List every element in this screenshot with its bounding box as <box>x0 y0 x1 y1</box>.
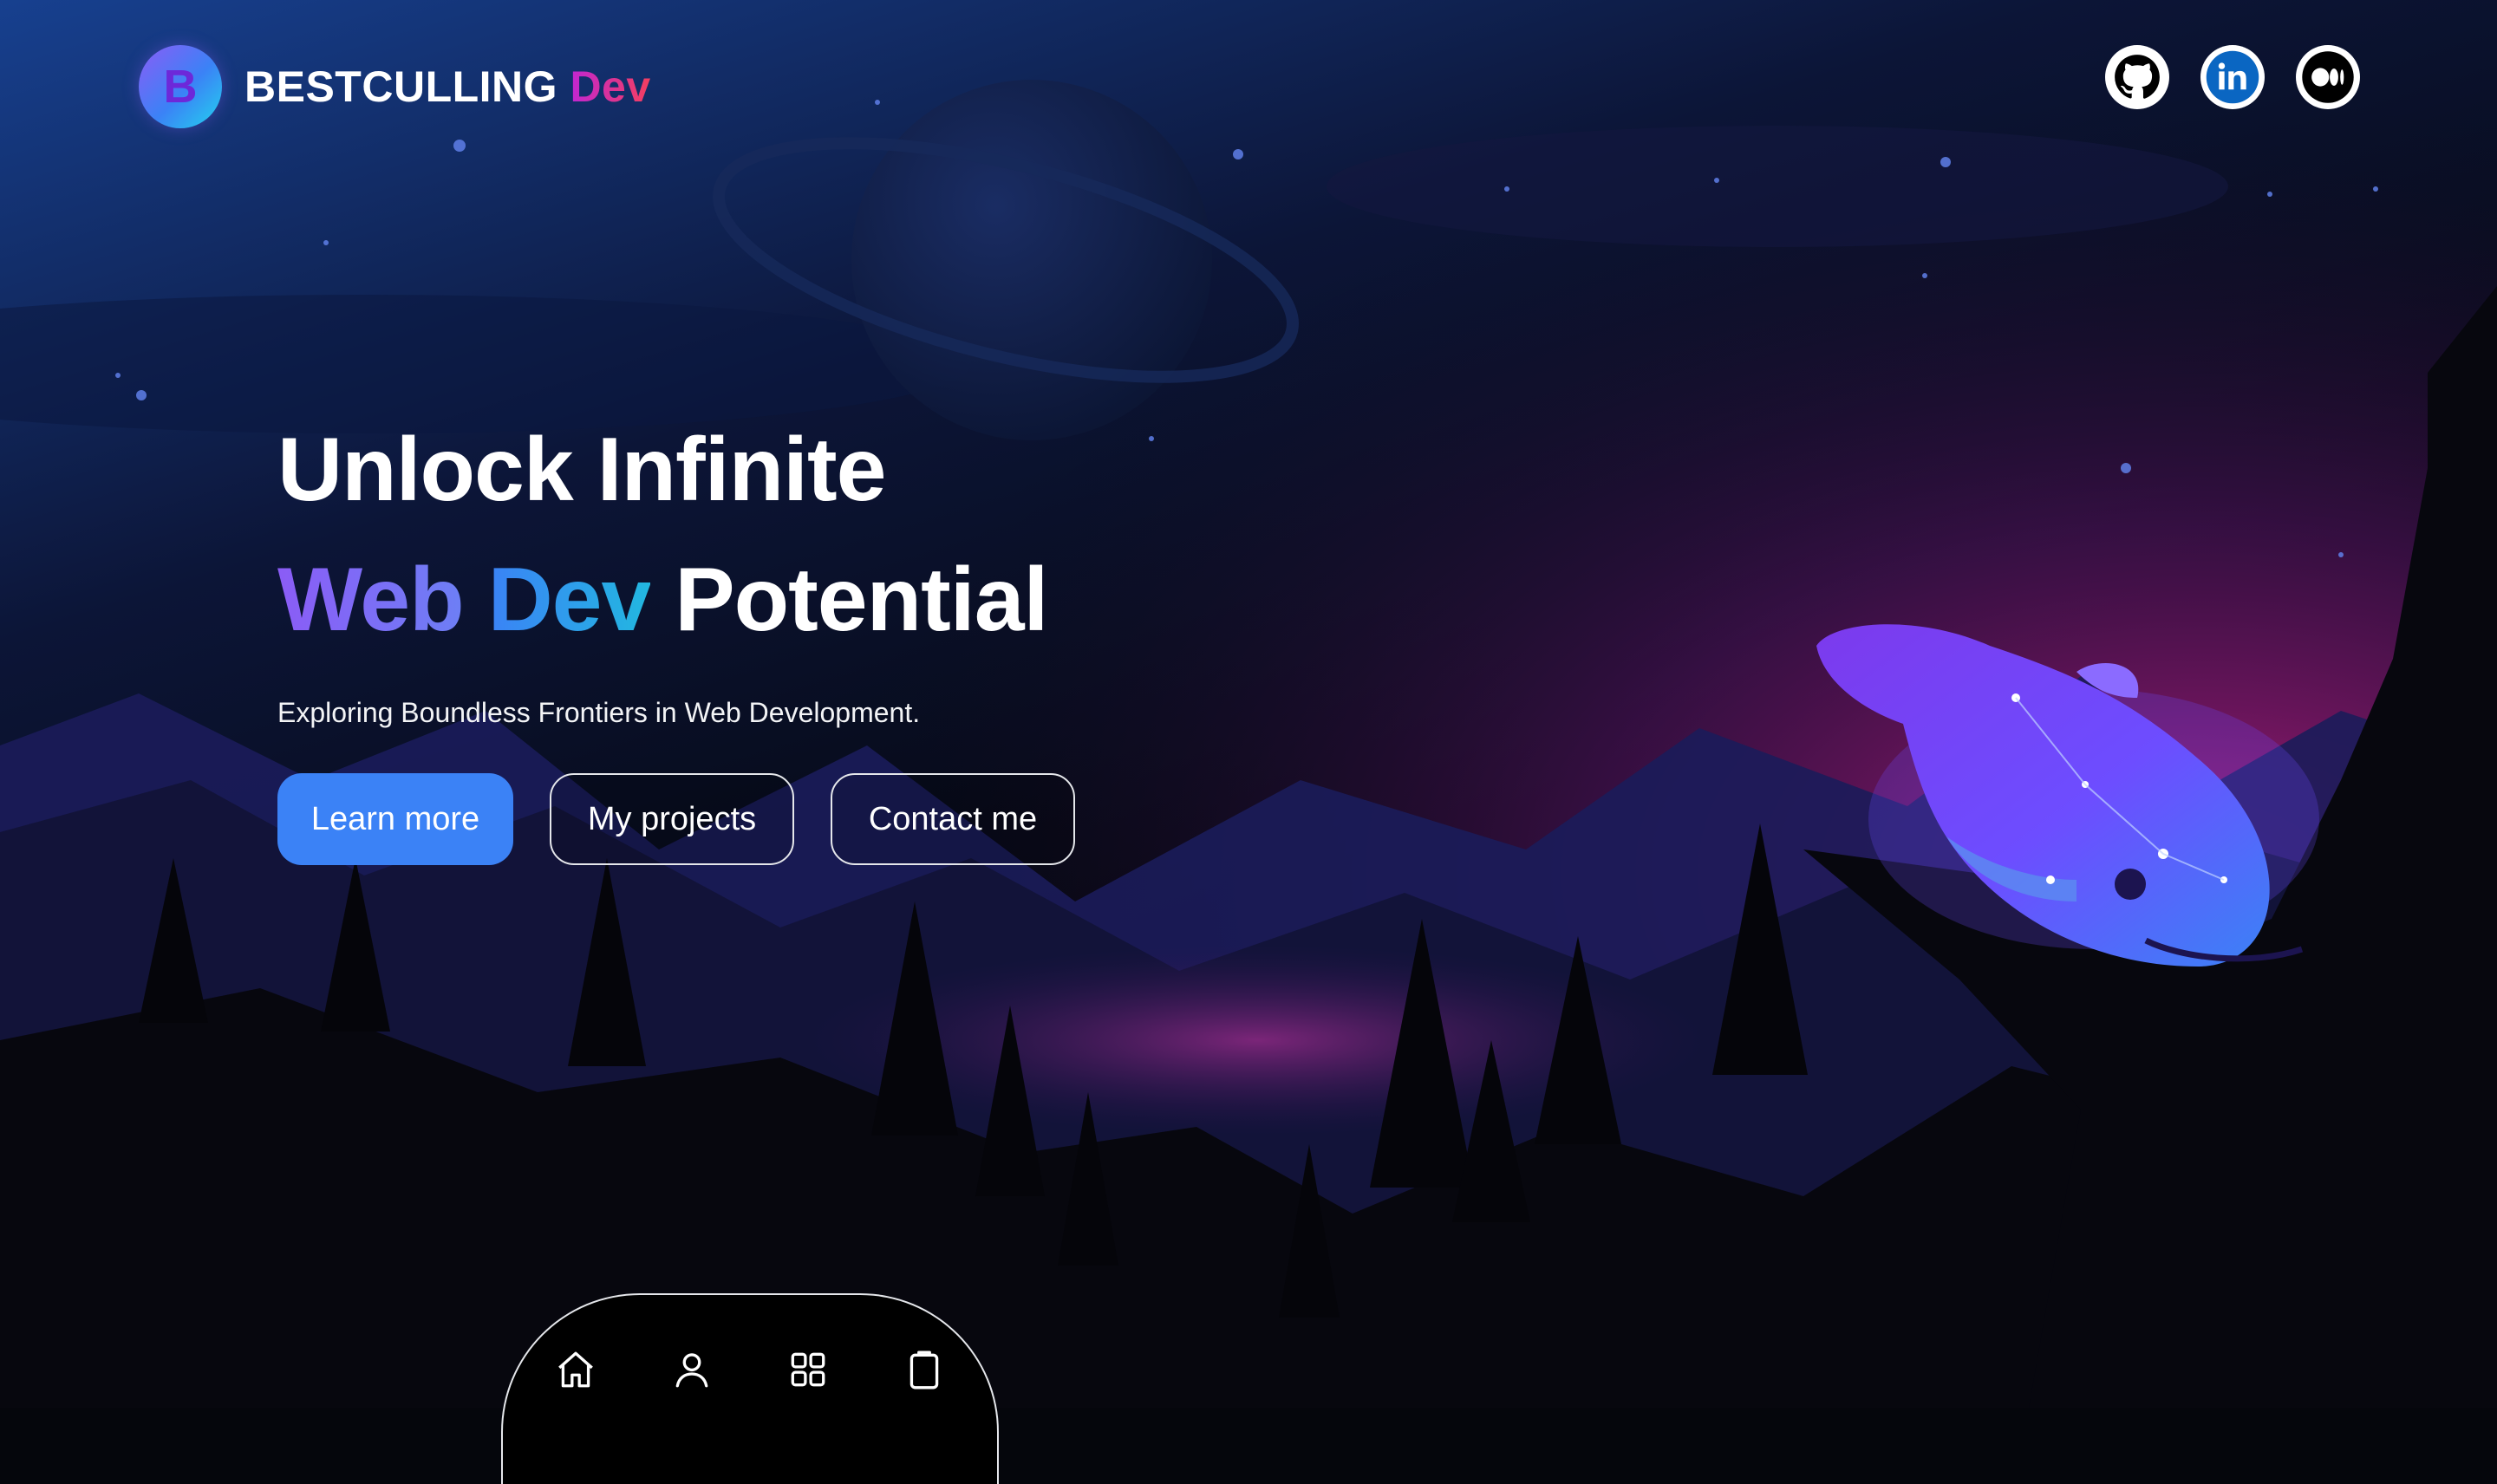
nav-projects[interactable] <box>786 1347 831 1392</box>
brand-name: BESTCULLING Dev <box>244 62 651 112</box>
home-icon <box>558 1351 593 1388</box>
github-icon <box>2115 55 2160 99</box>
hero-title-line2: Web Dev Potential <box>277 555 1491 645</box>
nav-home[interactable] <box>553 1347 598 1392</box>
my-projects-button[interactable]: My projects <box>550 773 794 865</box>
site-header: B BESTCULLING Dev <box>0 0 2497 173</box>
brand-logo-link[interactable]: B BESTCULLING Dev <box>139 45 651 128</box>
medium-link[interactable] <box>2296 45 2360 109</box>
hero-subtitle: Exploring Boundless Frontiers in Web Dev… <box>277 697 921 728</box>
hero-section: Unlock Infinite Web Dev Potential Explor… <box>277 407 1491 729</box>
hero-title-line1: Unlock Infinite <box>277 420 886 520</box>
hero-actions: Learn more My projects Contact me <box>277 773 1075 865</box>
linkedin-icon <box>2206 50 2259 104</box>
linkedin-link[interactable] <box>2200 45 2265 109</box>
bottom-nav <box>501 1293 999 1484</box>
grid-icon <box>791 1352 825 1387</box>
nav-contact[interactable] <box>902 1347 947 1392</box>
brand-logo-icon: B <box>139 45 222 128</box>
hero-title-web: Web <box>277 550 465 650</box>
nav-about[interactable] <box>669 1347 714 1392</box>
brand-name-accent: Dev <box>570 62 651 111</box>
social-links <box>2105 45 2360 109</box>
github-link[interactable] <box>2105 45 2169 109</box>
clipboard-icon <box>909 1351 939 1390</box>
user-icon <box>675 1353 708 1388</box>
hero-title-dev: Dev <box>487 550 652 650</box>
learn-more-button[interactable]: Learn more <box>277 773 513 865</box>
contact-me-button[interactable]: Contact me <box>831 773 1075 865</box>
brand-name-main: BESTCULLING <box>244 62 558 111</box>
brand-logo-letter: B <box>163 61 198 113</box>
medium-icon <box>2302 51 2354 103</box>
hero-title-potential: Potential <box>675 550 1048 650</box>
